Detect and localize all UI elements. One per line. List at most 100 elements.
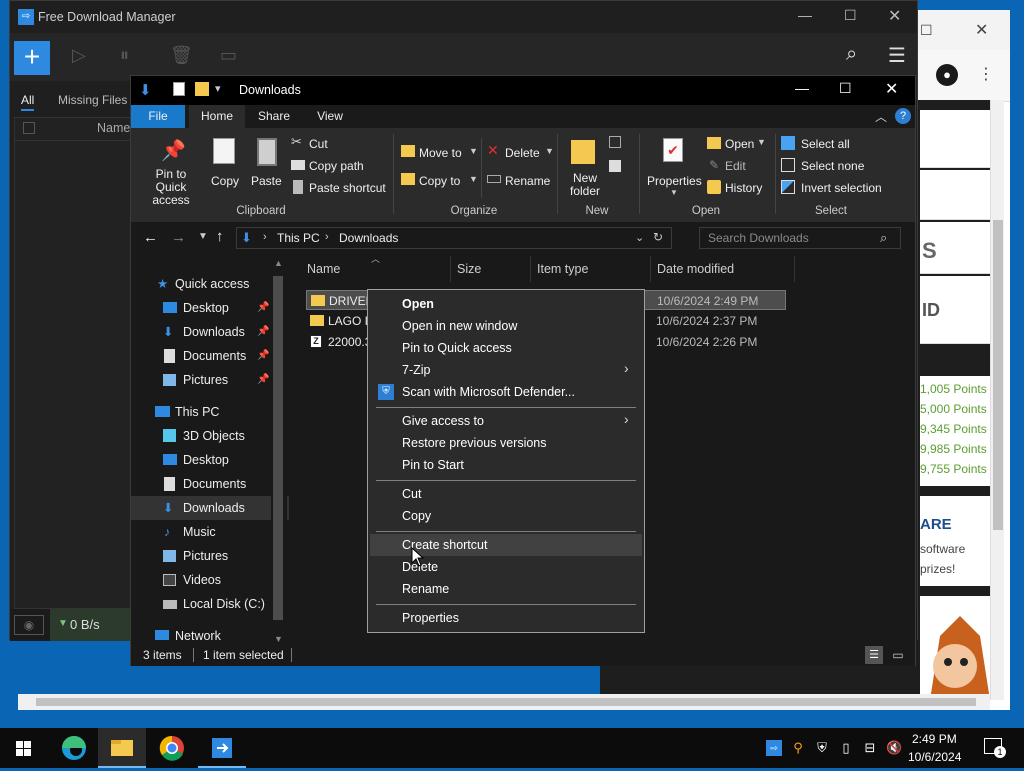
tab-file[interactable]: File (131, 105, 185, 128)
explorer-minimize-icon[interactable]: — (795, 80, 809, 96)
breadcrumb-this-pc[interactable]: This PC (277, 231, 320, 245)
open-button[interactable]: Open ▼ (705, 134, 771, 154)
help-icon[interactable]: ? (895, 108, 911, 124)
browser-close-icon[interactable]: ✕ (975, 20, 988, 40)
nav-documents-pinned[interactable]: Documents 📌 (131, 344, 289, 368)
fdm-maximize-icon[interactable]: ☐ (844, 7, 857, 24)
address-history-icon[interactable]: ⌄ (635, 231, 644, 244)
fdm-minimize-icon[interactable]: — (798, 7, 812, 23)
fdm-tray-icon[interactable]: ⇨ (766, 740, 782, 756)
fdm-close-icon[interactable]: ✕ (888, 6, 901, 26)
column-item-type[interactable]: Item type (531, 256, 651, 282)
breadcrumb-downloads[interactable]: Downloads (339, 231, 398, 245)
collapse-ribbon-icon[interactable]: ︿ (875, 108, 887, 125)
menu-restore-versions[interactable]: Restore previous versions (370, 432, 642, 454)
clock-time[interactable]: 2:49 PM (912, 732, 957, 746)
properties-qat-icon[interactable] (173, 82, 185, 96)
up-icon[interactable]: ↑ (216, 228, 224, 245)
details-view-icon[interactable]: ☰ (865, 646, 883, 664)
nav-3d-objects[interactable]: 3D Objects (131, 424, 289, 448)
search-input[interactable]: Search Downloads ⌕ (699, 227, 901, 249)
menu-copy[interactable]: Copy (370, 505, 642, 527)
menu-scan-defender[interactable]: Scan with Microsoft Defender... (370, 381, 642, 403)
nav-music[interactable]: ♪ Music (131, 520, 289, 544)
address-bar[interactable]: ⬇ › This PC › Downloads ⌄ ↻ (236, 227, 672, 249)
tab-all[interactable]: All (21, 93, 35, 111)
select-all-checkbox[interactable] (23, 122, 35, 134)
rename-button[interactable]: Rename (485, 170, 555, 192)
fdm-menu-icon[interactable]: ☰ (888, 43, 906, 68)
nav-quick-access[interactable]: ★ Quick access (131, 272, 289, 296)
nav-network[interactable]: Network (131, 624, 289, 644)
usb-tray-icon[interactable]: ▯ (838, 740, 854, 756)
qat-dropdown-icon[interactable]: ▾ (215, 82, 221, 95)
paste-button[interactable]: Paste (247, 132, 287, 200)
clock-date[interactable]: 10/6/2024 (908, 750, 961, 764)
menu-cut[interactable]: Cut (370, 483, 642, 505)
select-none-button[interactable]: Select none (779, 156, 909, 176)
scroll-up-icon[interactable]: ▲ (274, 258, 283, 268)
nav-downloads-pinned[interactable]: ⬇ Downloads 📌 (131, 320, 289, 344)
paste-shortcut-button[interactable]: Paste shortcut (289, 178, 389, 198)
scroll-down-icon[interactable]: ▼ (274, 634, 283, 644)
start-button[interactable] (0, 728, 48, 768)
recent-locations-icon[interactable]: ▼ (198, 231, 208, 242)
nav-local-disk[interactable]: Local Disk (C:) (131, 592, 289, 616)
delete-icon[interactable]: 🗑 (170, 45, 193, 66)
browser-maximize-icon[interactable]: ☐ (920, 22, 933, 39)
browser-hscroll-thumb[interactable] (36, 698, 976, 706)
list-header-name[interactable]: Name (97, 121, 130, 135)
nav-downloads[interactable]: ⬇ Downloads (131, 496, 289, 520)
tab-missing-files[interactable]: Missing Files (58, 93, 127, 107)
pin-quick-access-button[interactable]: 📌 Pin to Quick access (137, 132, 205, 207)
column-date-modified[interactable]: Date modified (651, 256, 795, 282)
easy-access-icon[interactable] (609, 160, 621, 172)
menu-pin-quick-access[interactable]: Pin to Quick access (370, 337, 642, 359)
new-item-icon[interactable] (609, 136, 621, 148)
profile-icon[interactable]: ● (936, 64, 958, 86)
explorer-close-icon[interactable]: ✕ (885, 79, 898, 99)
tab-home[interactable]: Home (189, 105, 245, 128)
explorer-maximize-icon[interactable]: ☐ (839, 80, 852, 97)
menu-7zip[interactable]: 7-Zip (370, 359, 642, 381)
select-all-button[interactable]: Select all (779, 134, 909, 154)
speed-mode-icon[interactable]: ◉ (14, 615, 44, 635)
copy-to-button[interactable]: Copy to ▼ (399, 170, 479, 192)
properties-button[interactable]: ✔ Properties ▼ (643, 132, 703, 202)
delete-button[interactable]: ✕ Delete ▼ (485, 142, 555, 164)
taskbar-edge[interactable] (50, 728, 98, 768)
taskbar-file-explorer[interactable] (98, 728, 146, 768)
menu-properties[interactable]: Properties (370, 607, 642, 629)
tab-view[interactable]: View (305, 105, 355, 128)
nav-desktop[interactable]: Desktop (131, 448, 289, 472)
move-to-button[interactable]: Move to ▼ (399, 142, 479, 164)
menu-give-access[interactable]: Give access to (370, 410, 642, 432)
browser-scroll-thumb[interactable] (993, 220, 1003, 530)
network-tray-icon[interactable]: ⊟ (862, 740, 878, 756)
menu-pin-start[interactable]: Pin to Start (370, 454, 642, 476)
menu-rename[interactable]: Rename (370, 578, 642, 600)
back-icon[interactable]: ← (143, 229, 158, 246)
copy-path-button[interactable]: Copy path (289, 156, 389, 176)
nav-desktop-pinned[interactable]: Desktop 📌 (131, 296, 289, 320)
taskbar-chrome[interactable] (148, 728, 196, 768)
nav-this-pc[interactable]: This PC (131, 400, 289, 424)
new-folder-button[interactable]: New folder (561, 132, 607, 202)
copy-button[interactable]: Copy (205, 132, 245, 200)
tab-share[interactable]: Share (249, 105, 299, 128)
move-icon[interactable]: ▭ (220, 45, 237, 66)
nav-pictures-pinned[interactable]: Pictures 📌 (131, 368, 289, 392)
invert-selection-button[interactable]: Invert selection (779, 178, 909, 198)
browser-menu-icon[interactable]: ⋮ (978, 64, 994, 84)
column-name[interactable]: Name (301, 256, 451, 282)
menu-open[interactable]: Open (370, 293, 642, 315)
refresh-icon[interactable]: ↻ (653, 230, 663, 244)
new-folder-qat-icon[interactable] (195, 82, 209, 96)
forward-icon[interactable]: → (171, 229, 186, 246)
security-tray-icon[interactable]: ⛨ (814, 740, 830, 756)
column-size[interactable]: Size (451, 256, 531, 282)
nav-pictures[interactable]: Pictures (131, 544, 289, 568)
search-tray-icon[interactable]: ⚲ (790, 740, 806, 756)
history-button[interactable]: History (705, 178, 771, 198)
taskbar-fdm[interactable] (198, 728, 246, 768)
